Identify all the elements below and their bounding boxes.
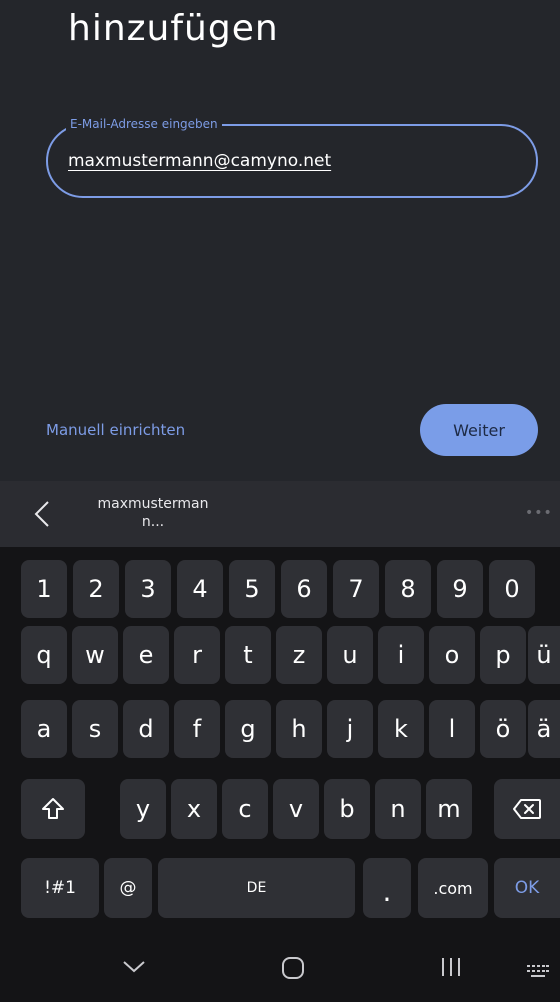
chevron-left-icon[interactable] [30,499,56,529]
key-y[interactable]: y [120,779,166,839]
keyboard-icon[interactable] [526,964,550,980]
page-title: hinzufügen [68,8,279,49]
period-key[interactable]: . [363,858,411,918]
key-s[interactable]: s [72,700,118,758]
navigation-bar [0,932,560,1002]
suggestion-line-2: n... [141,514,165,530]
key-3[interactable]: 3 [125,560,171,618]
key-h[interactable]: h [276,700,322,758]
key-oe[interactable]: ö [480,700,526,758]
key-k[interactable]: k [378,700,424,758]
email-field-label: E-Mail-Adresse eingeben [66,117,222,131]
recent-apps-icon[interactable] [440,956,462,978]
key-t[interactable]: t [225,626,271,684]
key-o[interactable]: o [429,626,475,684]
key-z[interactable]: z [276,626,322,684]
key-2[interactable]: 2 [73,560,119,618]
at-key[interactable]: @ [104,858,152,918]
home-icon[interactable] [281,956,305,980]
backspace-icon [513,799,541,819]
key-6[interactable]: 6 [281,560,327,618]
ok-key[interactable]: OK [494,858,560,918]
key-0[interactable]: 0 [489,560,535,618]
key-m[interactable]: m [426,779,472,839]
key-n[interactable]: n [375,779,421,839]
key-1[interactable]: 1 [21,560,67,618]
key-8[interactable]: 8 [385,560,431,618]
backspace-key[interactable] [494,779,560,839]
key-ue[interactable]: ü [528,626,560,684]
key-u[interactable]: u [327,626,373,684]
more-options-icon[interactable]: ••• [525,505,553,521]
key-f[interactable]: f [174,700,220,758]
keyboard: 1 2 3 4 5 6 7 8 9 0 q w e r t z u i o p … [0,547,560,932]
key-d[interactable]: d [123,700,169,758]
key-x[interactable]: x [171,779,217,839]
space-key[interactable]: DE [158,858,355,918]
key-9[interactable]: 9 [437,560,483,618]
key-4[interactable]: 4 [177,560,223,618]
chevron-down-icon[interactable] [122,960,146,974]
key-a[interactable]: a [21,700,67,758]
key-l[interactable]: l [429,700,475,758]
key-e[interactable]: e [123,626,169,684]
shift-key[interactable] [21,779,85,839]
key-i[interactable]: i [378,626,424,684]
key-p[interactable]: p [480,626,526,684]
suggestion-bar: maxmusterman n... ••• [0,481,560,547]
key-q[interactable]: q [21,626,67,684]
email-setup-screen: hinzufügen E-Mail-Adresse eingeben maxmu… [0,0,560,480]
key-g[interactable]: g [225,700,271,758]
key-r[interactable]: r [174,626,220,684]
next-button[interactable]: Weiter [420,404,538,456]
manual-setup-link[interactable]: Manuell einrichten [46,421,185,439]
key-w[interactable]: w [72,626,118,684]
key-b[interactable]: b [324,779,370,839]
email-input[interactable]: maxmustermann@camyno.net [68,151,331,171]
key-c[interactable]: c [222,779,268,839]
key-j[interactable]: j [327,700,373,758]
key-ae[interactable]: ä [528,700,560,758]
key-v[interactable]: v [273,779,319,839]
suggestion-line-1: maxmusterman [97,496,209,512]
key-7[interactable]: 7 [333,560,379,618]
shift-icon [42,798,64,819]
key-5[interactable]: 5 [229,560,275,618]
suggestion-item[interactable]: maxmusterman n... [88,495,218,531]
dotcom-key[interactable]: .com [418,858,488,918]
symbols-key[interactable]: !#1 [21,858,99,918]
